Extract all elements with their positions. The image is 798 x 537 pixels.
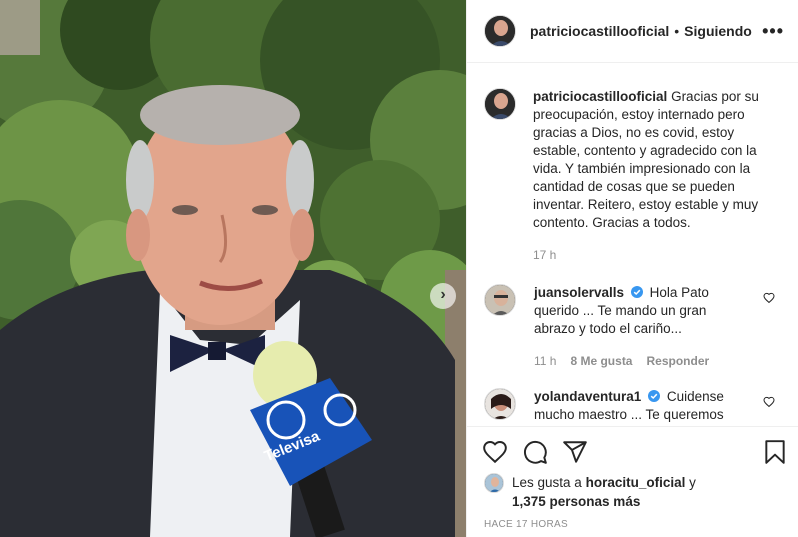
post-time-ago[interactable]: HACE 17 HORAS	[484, 519, 568, 530]
liker-avatar[interactable]	[484, 473, 504, 493]
next-photo-button[interactable]: ›	[430, 283, 456, 309]
caption-time[interactable]: 17 h	[533, 246, 556, 264]
likes-text: Les gusta a horacitu_oficial y 1,375 per…	[512, 473, 732, 511]
likes-prefix: Les gusta a	[512, 475, 582, 490]
comment-item: yolandaventura1 Cuidense mucho maestro .…	[484, 388, 783, 424]
author-avatar[interactable]	[484, 88, 516, 120]
share-icon[interactable]	[562, 439, 588, 465]
post-header: patriciocastillooficial • Siguiendo •••	[467, 0, 798, 63]
action-bar	[482, 439, 788, 465]
comment-author[interactable]: juansolervalls	[534, 285, 624, 300]
liker-username[interactable]: horacitu_oficial	[586, 475, 686, 490]
caption-author[interactable]: patriciocastillooficial	[533, 89, 667, 104]
comment-text: yolandaventura1 Cuidense mucho maestro .…	[534, 388, 748, 424]
post-details-panel: patriciocastillooficial • Siguiendo ••• …	[466, 0, 798, 537]
verified-icon	[630, 286, 643, 298]
comment-likes[interactable]: 8 Me gusta	[570, 352, 632, 370]
like-comment-heart-icon[interactable]	[763, 292, 775, 304]
photo-illustration	[0, 0, 466, 537]
bookmark-icon[interactable]	[762, 439, 788, 465]
author-avatar[interactable]	[484, 15, 516, 47]
likes-others-count[interactable]: 1,375 personas más	[512, 494, 640, 509]
comment-item: juansolervalls Hola Pato querido ... Te …	[484, 284, 783, 370]
caption-meta: 17 h	[533, 246, 773, 264]
chevron-right-icon: ›	[440, 286, 446, 303]
post-actions-section: Les gusta a horacitu_oficial y 1,375 per…	[467, 426, 798, 537]
caption-body: Gracias por su preocupación, estoy inter…	[533, 89, 759, 230]
comments-list[interactable]: patriciocastillooficial Gracias por su p…	[467, 64, 798, 426]
following-button[interactable]: Siguiendo	[684, 23, 752, 39]
comment-time[interactable]: 11 h	[534, 352, 556, 370]
caption-text: patriciocastillooficial Gracias por su p…	[533, 88, 773, 232]
comment-icon[interactable]	[522, 439, 548, 465]
commenter-avatar[interactable]	[484, 388, 516, 420]
author-username[interactable]: patriciocastillooficial	[530, 23, 669, 39]
separator-dot: •	[674, 23, 680, 39]
caption: patriciocastillooficial Gracias por su p…	[484, 88, 783, 264]
likes-summary: Les gusta a horacitu_oficial y 1,375 per…	[484, 473, 732, 511]
more-icon[interactable]: •••	[762, 22, 784, 40]
heart-icon[interactable]	[482, 439, 508, 465]
verified-icon	[648, 390, 661, 402]
commenter-avatar[interactable]	[484, 284, 516, 316]
post-photo[interactable]: Televisa ›	[0, 0, 466, 537]
comment-author[interactable]: yolandaventura1	[534, 389, 641, 404]
reply-button[interactable]: Responder	[646, 352, 709, 370]
comment-meta: 11 h 8 Me gusta Responder	[534, 352, 748, 370]
likes-joiner: y	[689, 475, 696, 490]
like-comment-heart-icon[interactable]	[763, 396, 775, 408]
comment-text: juansolervalls Hola Pato querido ... Te …	[534, 284, 748, 338]
